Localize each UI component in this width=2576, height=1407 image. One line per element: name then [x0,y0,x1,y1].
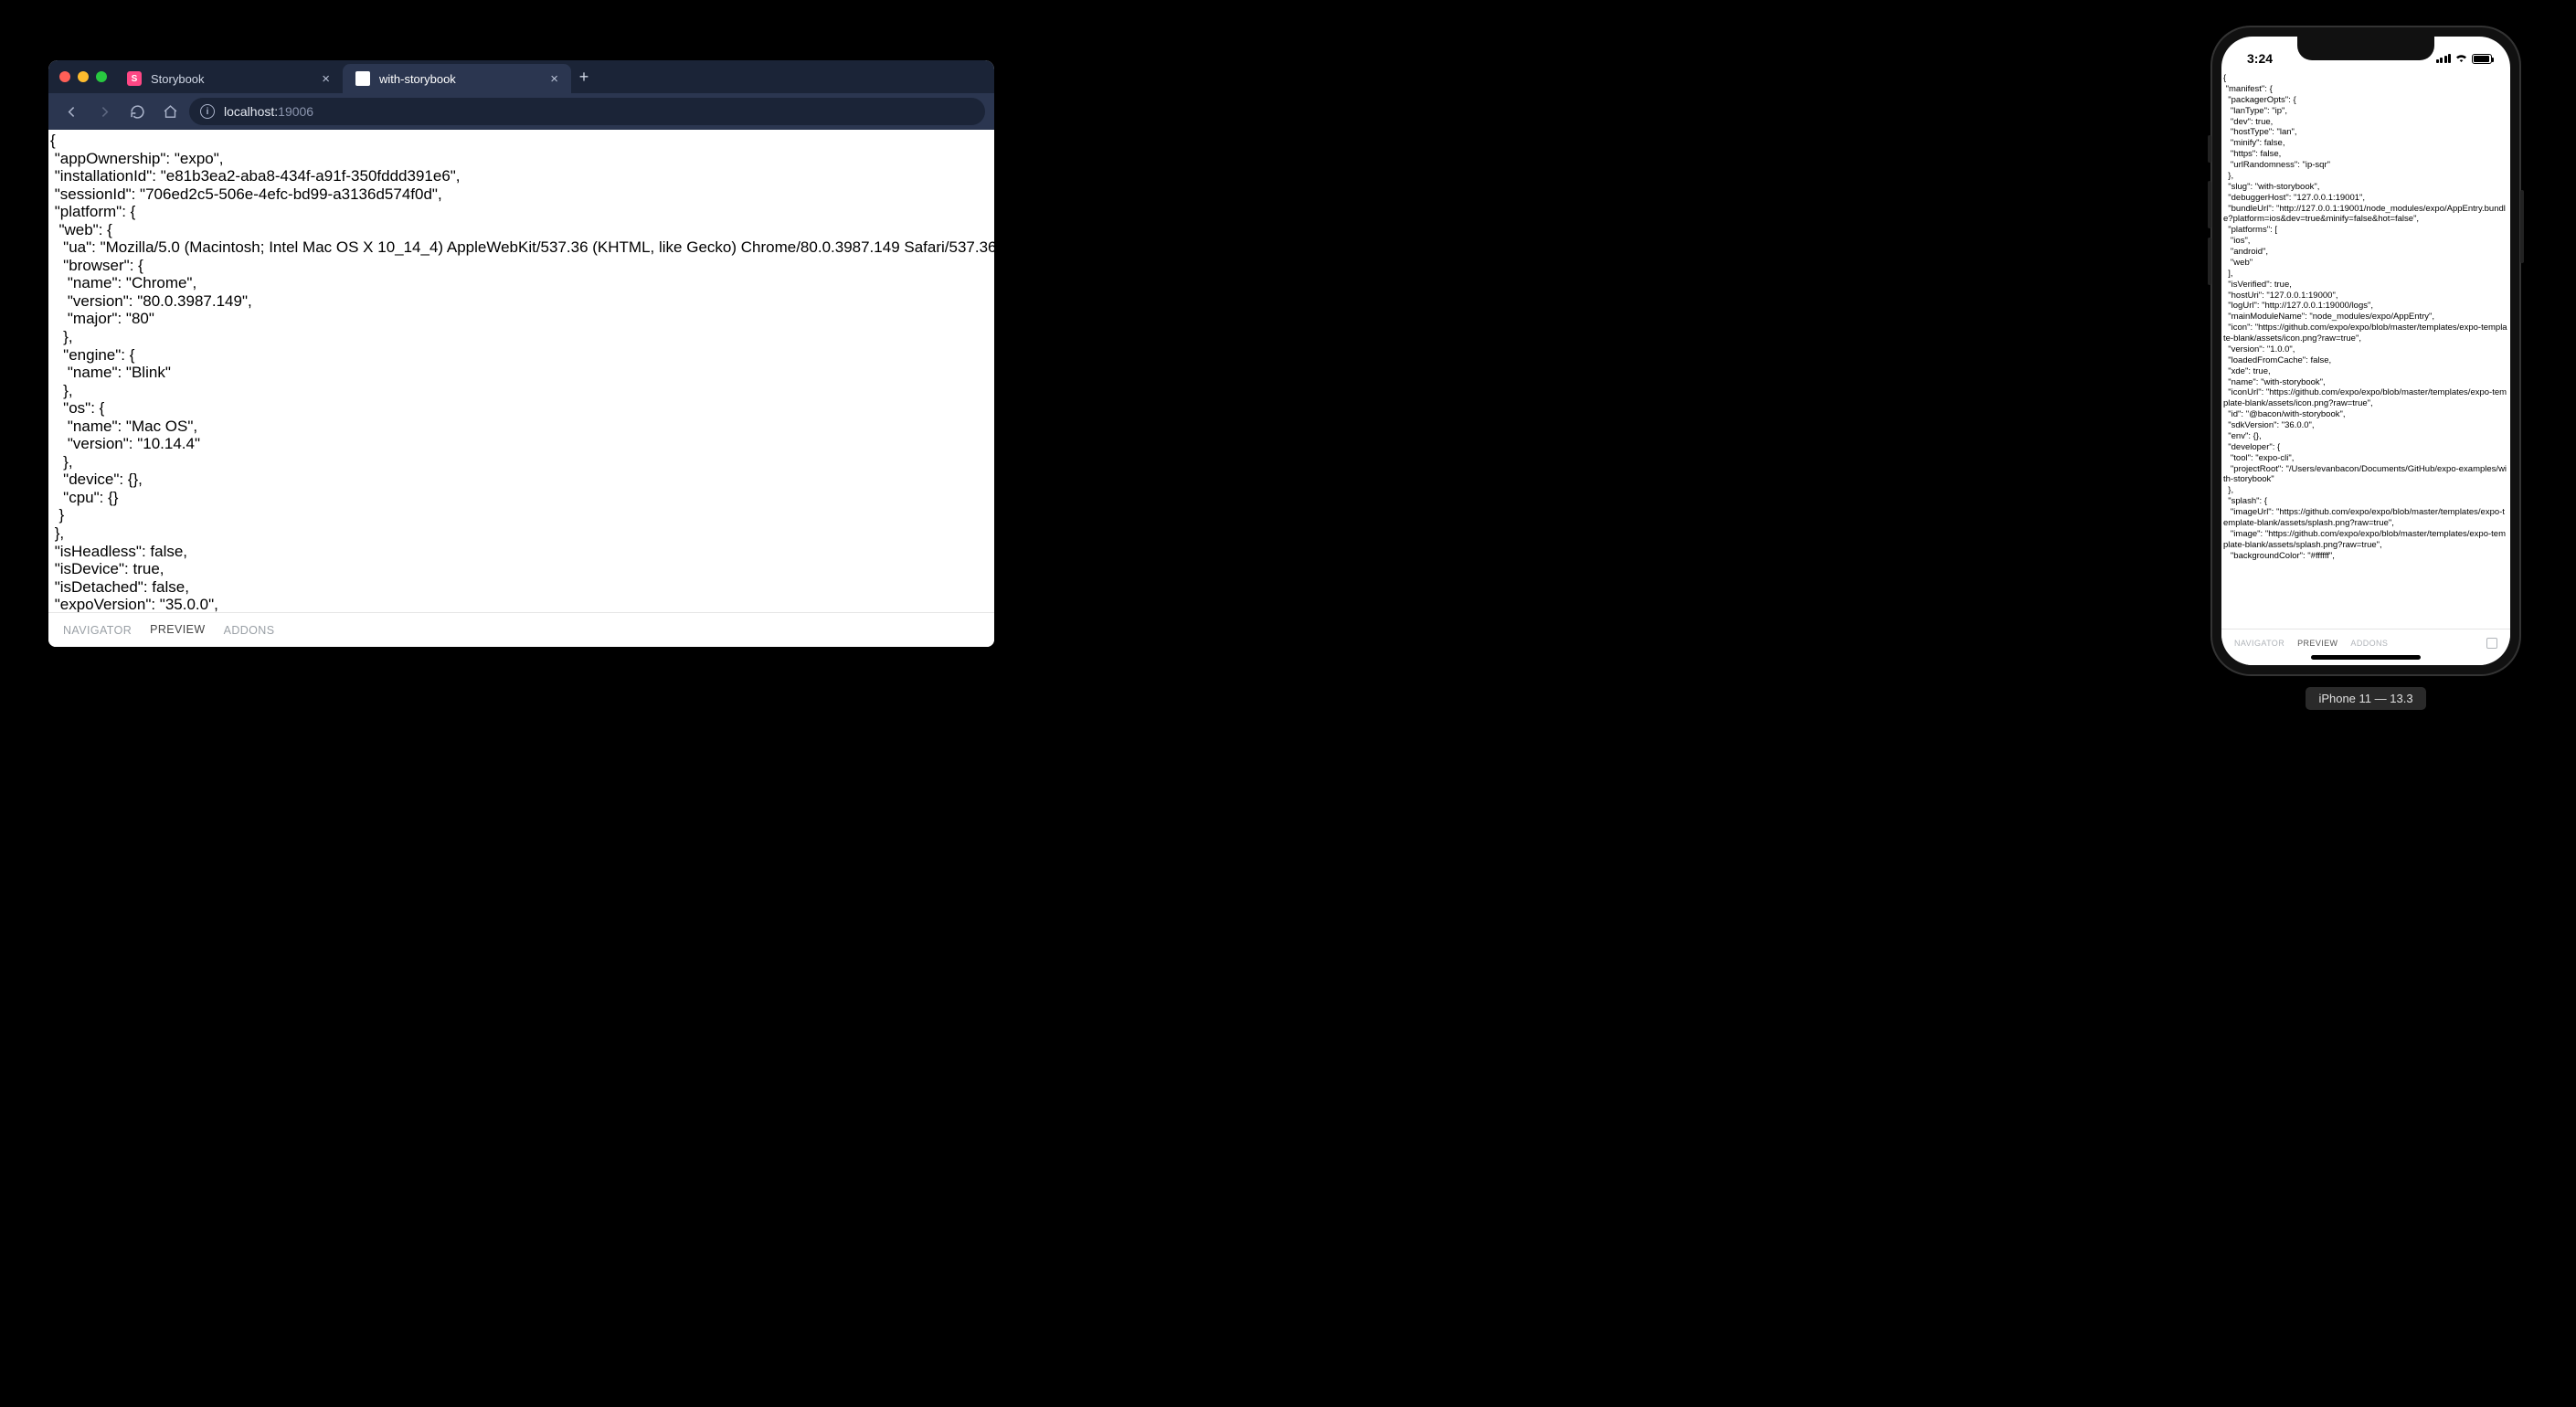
minimize-window-button[interactable] [78,71,89,82]
storybook-bottom-bar: NAVIGATOR PREVIEW ADDONS [2221,629,2510,665]
power-button [2520,190,2524,263]
page-content: { "appOwnership": "expo", "installationI… [48,130,994,612]
status-time: 3:24 [2247,51,2273,66]
simulator-device-label: iPhone 11 — 13.3 [2210,687,2521,710]
home-indicator[interactable] [2311,655,2421,660]
toolbar: i localhost:19006 [48,93,994,130]
maximize-window-button[interactable] [96,71,107,82]
cell-signal-icon [2436,54,2452,63]
close-tab-icon[interactable]: × [550,71,558,87]
volume-down-button [2208,238,2211,285]
tab-with-storybook[interactable]: with-storybook × [343,64,571,93]
storybook-bottom-bar: NAVIGATOR PREVIEW ADDONS [48,612,994,647]
back-button[interactable] [58,98,85,125]
tab-addons[interactable]: ADDONS [2350,639,2388,648]
window-controls [59,71,107,82]
json-output: { "appOwnership": "expo", "installationI… [48,132,994,612]
volume-up-button [2208,181,2211,228]
phone-device-frame: 3:24 { "manifest": { "packagerOpts": { "… [2210,26,2521,676]
json-output: { "manifest": { "packagerOpts": { "lanTy… [2221,73,2510,561]
tab-title: Storybook [151,72,205,86]
tab-preview[interactable]: PREVIEW [2297,639,2337,648]
phone-page-content: { "manifest": { "packagerOpts": { "lanTy… [2221,73,2510,629]
forward-button[interactable] [90,98,118,125]
page-favicon-icon [355,71,370,86]
close-tab-icon[interactable]: × [322,71,330,87]
phone-screen: 3:24 { "manifest": { "packagerOpts": { "… [2221,37,2510,665]
status-bar: 3:24 [2221,37,2510,73]
mute-switch [2208,135,2211,163]
tab-preview[interactable]: PREVIEW [150,623,205,638]
reload-button[interactable] [123,98,151,125]
browser-window: S Storybook × with-storybook × + i [48,60,994,647]
tab-bar: S Storybook × with-storybook × + [48,60,994,93]
tab-addons[interactable]: ADDONS [224,624,275,637]
url-text: localhost:19006 [224,104,313,119]
close-window-button[interactable] [59,71,70,82]
tab-storybook[interactable]: S Storybook × [114,64,343,93]
battery-icon [2472,54,2492,64]
site-info-icon[interactable]: i [200,104,215,119]
tab-navigator[interactable]: NAVIGATOR [63,624,132,637]
storybook-favicon-icon: S [127,71,142,86]
new-tab-button[interactable]: + [571,64,597,90]
address-bar[interactable]: i localhost:19006 [189,98,985,125]
tab-title: with-storybook [379,72,456,86]
tab-navigator[interactable]: NAVIGATOR [2234,639,2284,648]
home-button[interactable] [156,98,184,125]
wifi-icon [2454,52,2468,65]
fullscreen-icon[interactable] [2486,638,2497,649]
